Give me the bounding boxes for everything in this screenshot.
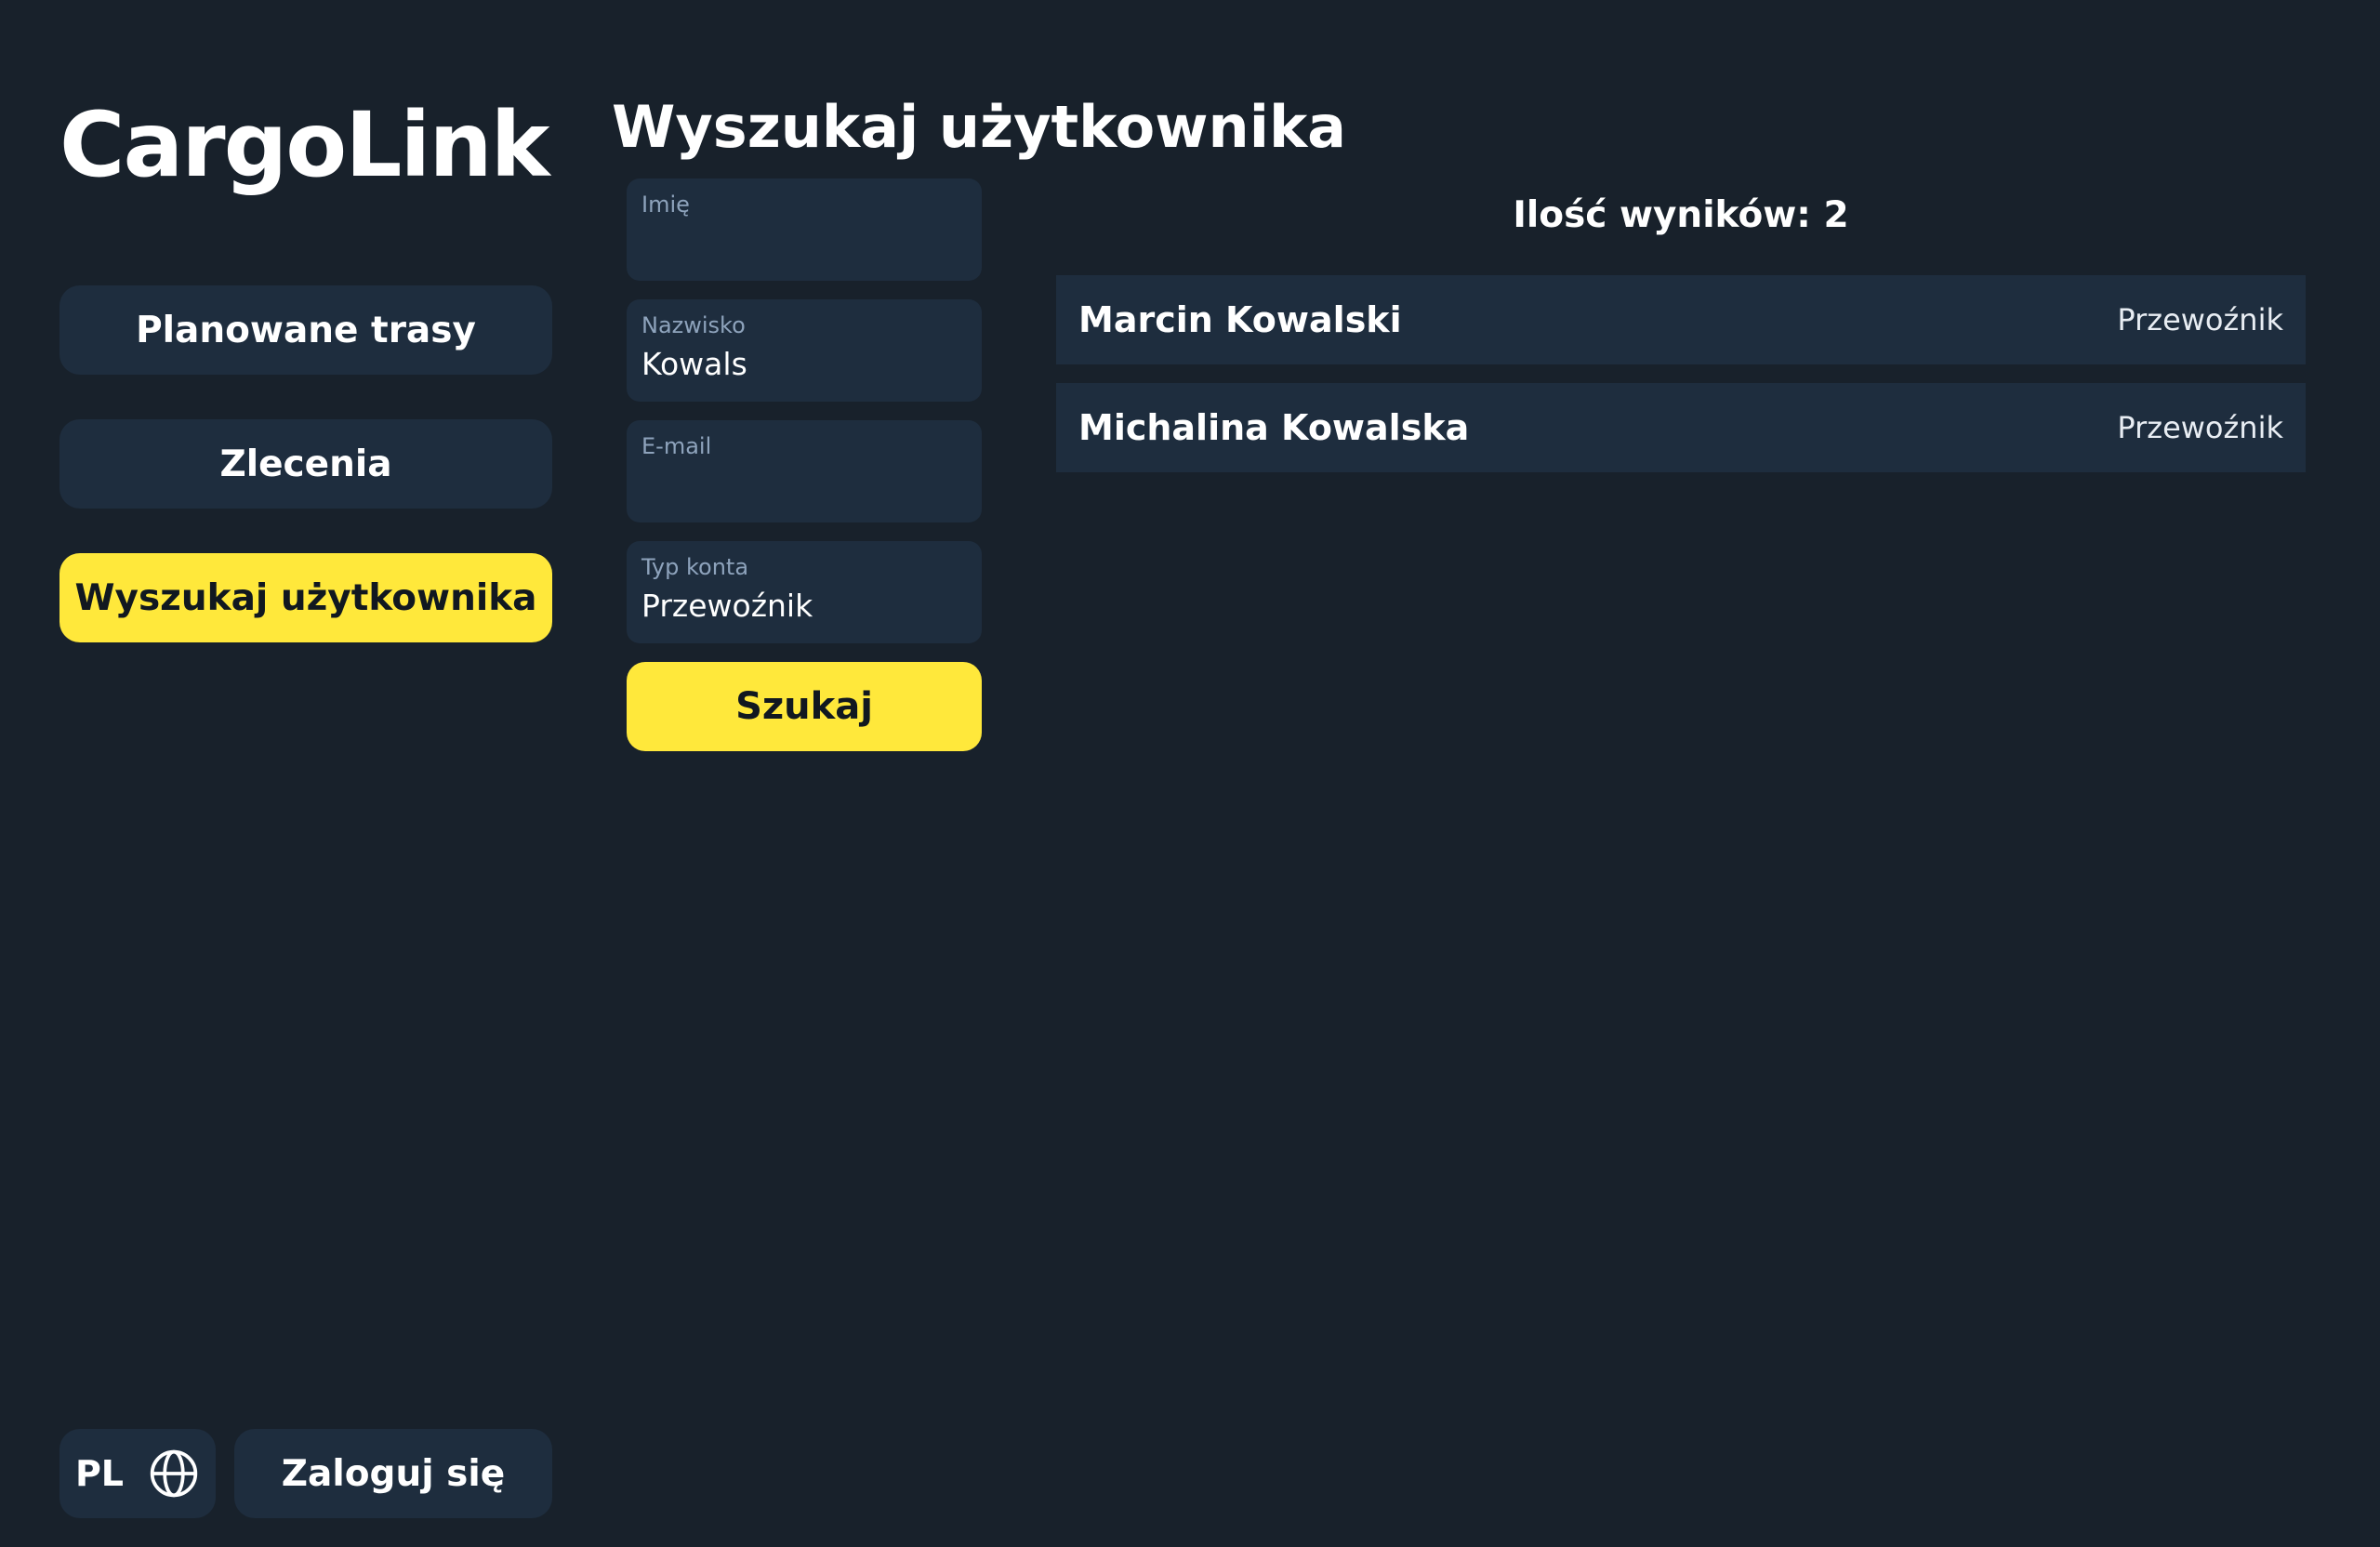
login-button[interactable]: Zaloguj się — [234, 1429, 552, 1518]
email-field[interactable]: E-mail — [627, 420, 982, 522]
page-title: Wyszukaj użytkownika — [612, 93, 1347, 161]
result-account-type: Przewoźnik — [2117, 302, 2283, 337]
nav-planned-routes-button[interactable]: Planowane trasy — [60, 285, 552, 375]
nav-search-user-button[interactable]: Wyszukaj użytkownika — [60, 553, 552, 642]
result-name: Michalina Kowalska — [1078, 407, 1470, 448]
results-count: Ilość wyników: 2 — [1513, 194, 1849, 236]
account-type-value: Przewoźnik — [641, 588, 813, 624]
search-button[interactable]: Szukaj — [627, 662, 982, 751]
last-name-value: Kowals — [641, 346, 747, 382]
last-name-field[interactable]: Nazwisko Kowals — [627, 299, 982, 402]
account-type-label: Typ konta — [641, 554, 749, 580]
app-logo: CargoLink — [60, 93, 550, 197]
account-type-select[interactable]: Typ konta Przewoźnik — [627, 541, 982, 643]
nav-orders-button[interactable]: Zlecenia — [60, 419, 552, 509]
results-list: Marcin Kowalski Przewoźnik Michalina Kow… — [1056, 275, 2306, 491]
first-name-label: Imię — [641, 192, 690, 218]
email-label: E-mail — [641, 433, 712, 459]
result-account-type: Przewoźnik — [2117, 410, 2283, 445]
language-button[interactable]: PL — [60, 1429, 216, 1518]
last-name-label: Nazwisko — [641, 312, 746, 338]
language-label: PL — [74, 1453, 125, 1494]
globe-icon — [148, 1448, 200, 1500]
result-name: Marcin Kowalski — [1078, 299, 1402, 340]
result-row[interactable]: Michalina Kowalska Przewoźnik — [1056, 383, 2306, 472]
result-row[interactable]: Marcin Kowalski Przewoźnik — [1056, 275, 2306, 364]
first-name-field[interactable]: Imię — [627, 178, 982, 281]
